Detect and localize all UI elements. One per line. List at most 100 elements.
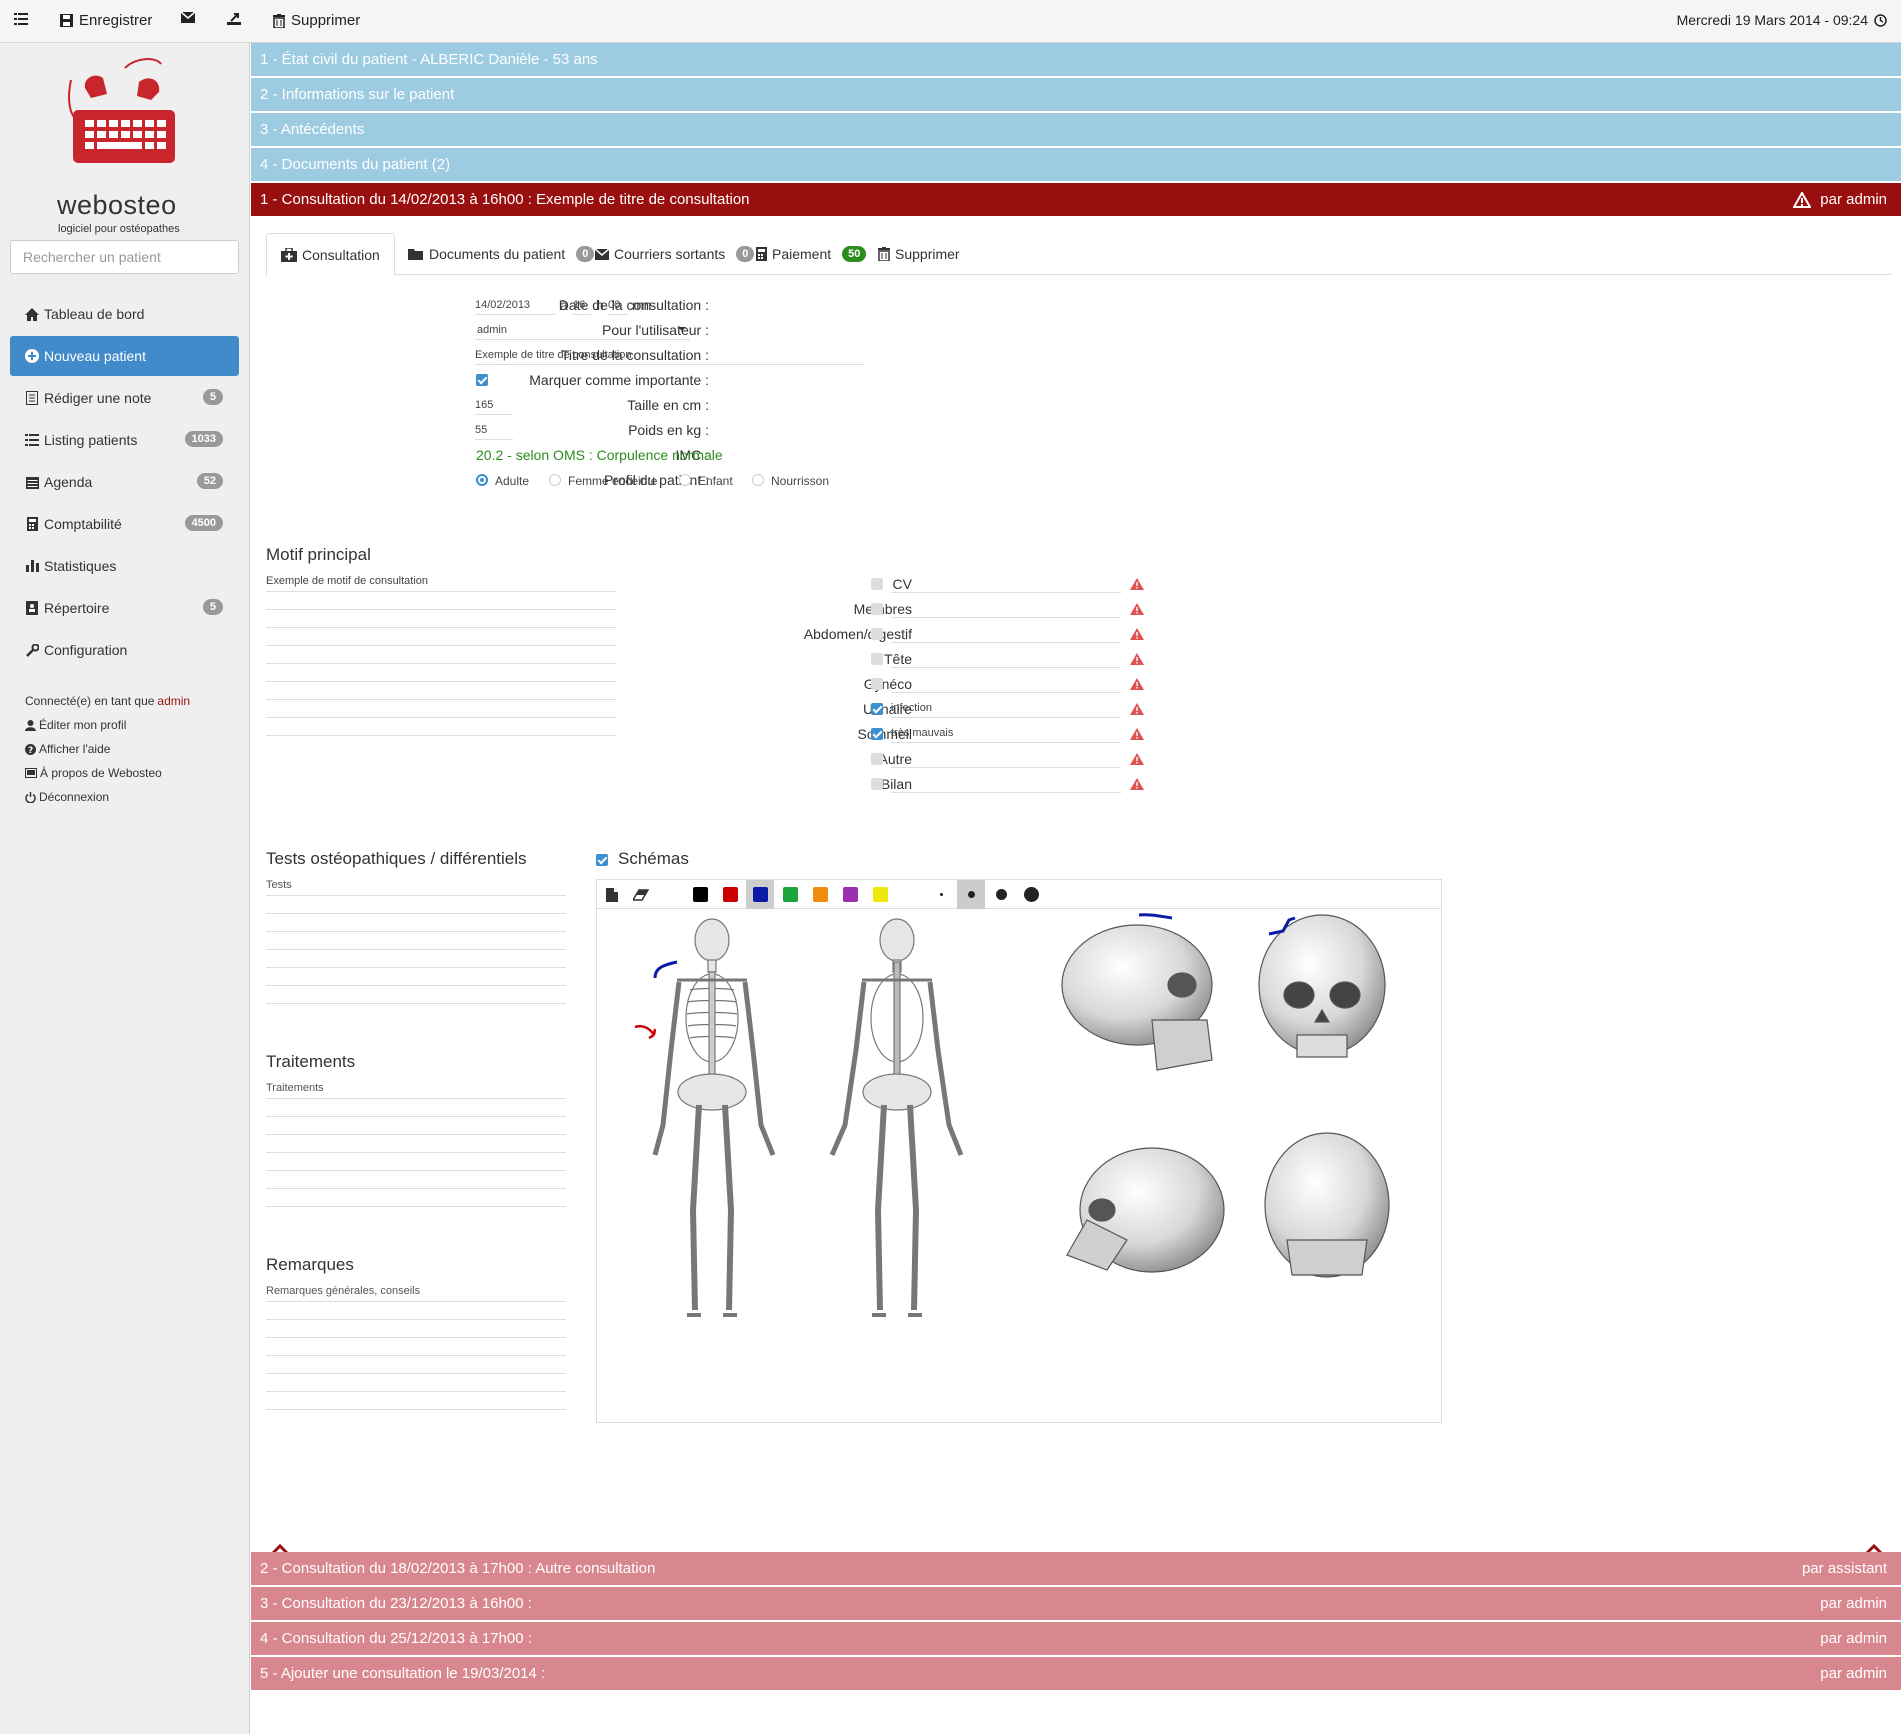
brush-size-m[interactable] (987, 880, 1015, 909)
color-swatch-purple[interactable] (836, 880, 864, 909)
color-swatch-green[interactable] (776, 880, 804, 909)
nav-item-agenda[interactable]: Agenda 52 (10, 462, 239, 502)
system-checkbox-gyneco[interactable] (871, 678, 883, 690)
rule-line (266, 609, 616, 610)
brush-size-s[interactable] (957, 880, 985, 909)
height-input[interactable] (475, 396, 513, 415)
consultation-row[interactable]: 4 - Consultation du 25/12/2013 à 17h00 :… (251, 1622, 1901, 1656)
color-swatch-yellow[interactable] (866, 880, 894, 909)
add-consultation-row[interactable]: 5 - Ajouter une consultation le 19/03/20… (251, 1657, 1901, 1691)
system-input-other[interactable] (891, 749, 1121, 768)
nav-item-dashboard[interactable]: Tableau de bord (10, 294, 239, 334)
search-input[interactable] (10, 240, 239, 274)
color-swatch-blue[interactable] (746, 880, 774, 909)
brush-size-xs[interactable] (927, 880, 955, 909)
nav-item-patient-listing[interactable]: Listing patients 1033 (10, 420, 239, 460)
nav-item-new-patient[interactable]: Nouveau patient (10, 336, 239, 376)
current-consultation-header[interactable]: 1 - Consultation du 14/02/2013 à 16h00 :… (251, 183, 1901, 217)
color-swatch-orange[interactable] (806, 880, 834, 909)
logout-link[interactable]: Déconnexion (25, 790, 109, 804)
nav-item-accounting[interactable]: Comptabilité 4500 (10, 504, 239, 544)
tests-textarea[interactable]: Tests (266, 877, 566, 1017)
drawing-canvas[interactable] (596, 879, 1442, 1423)
tab-patient-documents[interactable]: Documents du patient 0 (394, 233, 608, 275)
minute-input[interactable] (608, 296, 628, 315)
section-civil-status[interactable]: 1 - État civil du patient - ALBERIC Dani… (251, 43, 1901, 77)
skull-back-bottom (1264, 1132, 1390, 1278)
nav-item-configuration[interactable]: Configuration (10, 630, 239, 670)
consultation-row[interactable]: 3 - Consultation du 23/12/2013 à 16h00 :… (251, 1587, 1901, 1621)
profile-radio-pregnant[interactable] (549, 474, 561, 486)
system-checkbox-urinary[interactable] (871, 703, 883, 715)
connected-as: Connecté(e) en tant que admin (25, 694, 190, 708)
system-input-abdomen[interactable] (891, 624, 1121, 643)
profile-radio-infant[interactable] (752, 474, 764, 486)
nav-item-write-note[interactable]: Rédiger une note 5 (10, 378, 239, 418)
system-input-gyneco[interactable] (891, 674, 1121, 693)
nav-item-statistics[interactable]: Statistiques (10, 546, 239, 586)
edit-profile-link[interactable]: Éditer mon profil (25, 718, 126, 732)
brush-size-l[interactable] (1017, 880, 1045, 909)
user-select[interactable]: admin (475, 321, 690, 340)
system-checkbox-members[interactable] (871, 603, 883, 615)
system-checkbox-sleep[interactable] (871, 728, 883, 740)
connected-username[interactable]: admin (157, 694, 190, 708)
hour-input[interactable] (573, 296, 591, 315)
delete-button[interactable]: Supprimer (273, 12, 360, 29)
system-input-sleep[interactable] (891, 724, 1121, 743)
rule-line (266, 1355, 566, 1356)
nav-label: Tableau de bord (44, 306, 145, 322)
weight-input[interactable] (475, 421, 513, 440)
tab-outgoing-letters[interactable]: Courriers sortants 0 (581, 233, 768, 275)
section-history[interactable]: 3 - Antécédents (251, 113, 1901, 147)
color-swatch-red[interactable] (716, 880, 744, 909)
export-button[interactable] (227, 12, 241, 25)
system-checkbox-head[interactable] (871, 653, 883, 665)
consultation-row[interactable]: 2 - Consultation du 18/02/2013 à 17h00 :… (251, 1552, 1901, 1586)
section-patient-info[interactable]: 2 - Informations sur le patient (251, 78, 1901, 112)
swatch (722, 887, 738, 902)
system-input-summary[interactable] (891, 774, 1121, 793)
important-checkbox[interactable] (476, 374, 488, 386)
medical-kit-icon (281, 247, 297, 262)
system-input-head[interactable] (891, 649, 1121, 668)
top-toolbar: Enregistrer Supprimer Mercredi 19 Mars 2… (0, 0, 1901, 43)
system-checkbox-cv[interactable] (871, 578, 883, 590)
rule-line (266, 913, 566, 914)
color-swatch-black[interactable] (686, 880, 714, 909)
tab-consultation[interactable]: Consultation (266, 233, 395, 276)
section-documents[interactable]: 4 - Documents du patient (2) (251, 148, 1901, 182)
help-link[interactable]: ? Afficher l'aide (25, 742, 110, 756)
menu-toggle-button[interactable] (14, 13, 28, 25)
save-button[interactable]: Enregistrer (60, 12, 152, 29)
system-input-members[interactable] (891, 599, 1121, 618)
system-checkbox-abdomen[interactable] (871, 628, 883, 640)
eraser-button[interactable] (627, 880, 655, 909)
tab-payment[interactable]: Paiement 50 (742, 233, 880, 275)
profile-radio-adult[interactable] (476, 474, 488, 486)
tab-delete[interactable]: Supprimer (864, 233, 974, 275)
remarks-textarea[interactable]: Remarques générales, conseils (266, 1283, 566, 1423)
motif-textarea[interactable]: Exemple de motif de consultation (266, 573, 616, 801)
plus-circle-icon (24, 349, 40, 363)
treatments-textarea[interactable]: Traitements (266, 1080, 566, 1220)
date-input[interactable] (475, 296, 555, 315)
system-input-urinary[interactable] (891, 699, 1121, 718)
profile-radio-child[interactable] (679, 474, 691, 486)
consultation-row-title: 4 - Consultation du 25/12/2013 à 17h00 : (260, 1630, 532, 1647)
wrench-icon (24, 643, 40, 657)
rule-line (266, 985, 566, 986)
system-input-cv[interactable] (891, 574, 1121, 593)
nav-label: Comptabilité (44, 516, 122, 532)
consultation-title-input[interactable] (475, 346, 865, 365)
system-checkbox-summary[interactable] (871, 778, 883, 790)
system-checkbox-other[interactable] (871, 753, 883, 765)
nav-label: Répertoire (44, 600, 110, 616)
about-link[interactable]: À propos de Webosteo (25, 766, 162, 780)
nav-item-directory[interactable]: Répertoire 5 (10, 588, 239, 628)
treatments-heading: Traitements (266, 1052, 356, 1071)
email-button[interactable] (181, 12, 195, 23)
schemas-checkbox[interactable] (596, 854, 608, 866)
brand-logo[interactable]: webosteo logiciel pour ostéopathes (55, 58, 195, 235)
new-page-button[interactable] (598, 880, 626, 909)
